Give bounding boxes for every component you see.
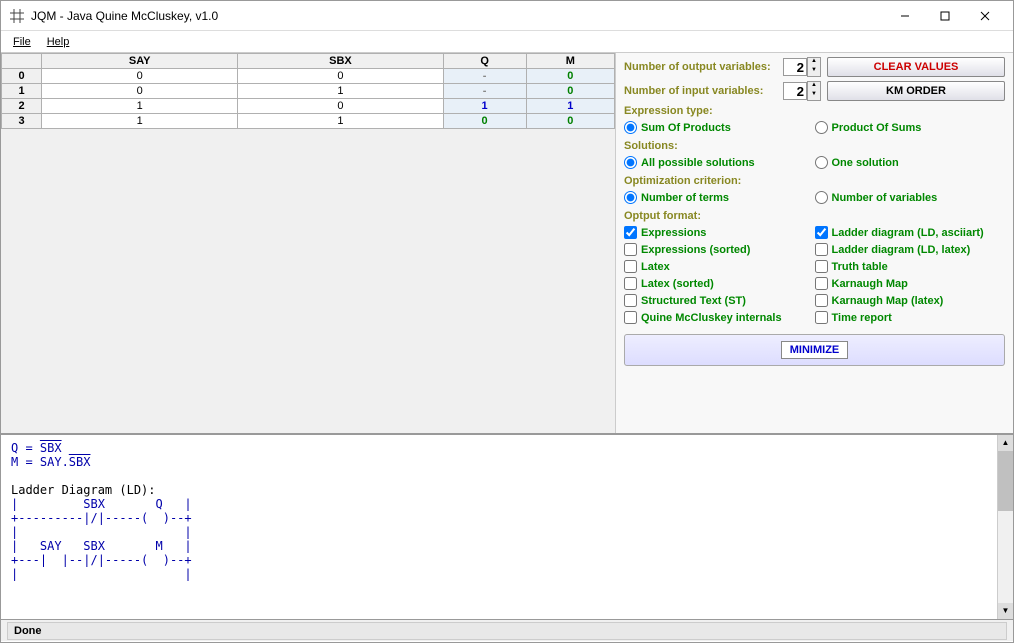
app-icon — [9, 8, 25, 24]
cell-output[interactable]: 1 — [526, 99, 614, 114]
scroll-down-icon[interactable]: ▼ — [998, 603, 1013, 619]
cell-input[interactable]: 1 — [42, 114, 238, 129]
scroll-up-icon[interactable]: ▲ — [998, 435, 1013, 451]
cell-input[interactable]: 1 — [238, 84, 443, 99]
radio-sop[interactable]: Sum Of Products — [624, 121, 815, 134]
check-truth-table[interactable]: Truth table — [815, 260, 1006, 273]
cell-output[interactable]: - — [443, 84, 526, 99]
row-index: 2 — [2, 99, 42, 114]
num-output-spinner[interactable]: ▲▼ — [783, 57, 821, 77]
cell-output[interactable]: 0 — [443, 114, 526, 129]
output-format-heading: Optput format: — [624, 210, 1005, 222]
check-structured-text[interactable]: Structured Text (ST) — [624, 294, 815, 307]
cell-input[interactable]: 0 — [42, 69, 238, 84]
col-header-m[interactable]: M — [526, 54, 614, 69]
num-input-input[interactable] — [783, 82, 807, 100]
optimization-heading: Optimization criterion: — [624, 175, 1005, 187]
check-expressions[interactable]: Expressions — [624, 226, 815, 239]
check-qm-internals[interactable]: Quine McCluskey internals — [624, 311, 815, 324]
menu-file[interactable]: File — [5, 34, 39, 50]
spinner-down-icon[interactable]: ▼ — [808, 91, 820, 100]
minimize-window-button[interactable] — [885, 2, 925, 30]
cell-input[interactable]: 1 — [42, 99, 238, 114]
scroll-thumb[interactable] — [998, 451, 1013, 511]
table-row[interactable]: 0 0 0 - 0 — [2, 69, 615, 84]
num-input-label: Number of input variables: — [624, 85, 783, 97]
check-time-report[interactable]: Time report — [815, 311, 1006, 324]
row-index: 1 — [2, 84, 42, 99]
num-input-spinner[interactable]: ▲▼ — [783, 81, 821, 101]
col-header-q[interactable]: Q — [443, 54, 526, 69]
row-index: 0 — [2, 69, 42, 84]
cell-output[interactable]: 1 — [443, 99, 526, 114]
radio-num-terms[interactable]: Number of terms — [624, 191, 815, 204]
status-text: Done — [7, 622, 1007, 640]
truth-table-area: SAY SBX Q M 0 0 0 - 0 1 0 1 - 0 2 1 — [1, 53, 615, 433]
num-output-input[interactable] — [783, 58, 807, 76]
menu-help[interactable]: Help — [39, 34, 78, 50]
clear-values-button[interactable]: CLEAR VALUES — [827, 57, 1005, 77]
check-ladder-ascii[interactable]: Ladder diagram (LD, asciiart) — [815, 226, 1006, 239]
solutions-heading: Solutions: — [624, 140, 1005, 152]
check-kmap-latex[interactable]: Karnaugh Map (latex) — [815, 294, 1006, 307]
radio-num-vars[interactable]: Number of variables — [815, 191, 1006, 204]
km-order-button[interactable]: KM ORDER — [827, 81, 1005, 101]
cell-input[interactable]: 0 — [238, 99, 443, 114]
radio-all-solutions[interactable]: All possible solutions — [624, 156, 815, 169]
check-latex-sorted[interactable]: Latex (sorted) — [624, 277, 815, 290]
truth-table[interactable]: SAY SBX Q M 0 0 0 - 0 1 0 1 - 0 2 1 — [1, 53, 615, 129]
window-title: JQM - Java Quine McCluskey, v1.0 — [31, 9, 885, 23]
check-latex[interactable]: Latex — [624, 260, 815, 273]
maximize-window-button[interactable] — [925, 2, 965, 30]
cell-output[interactable]: 0 — [526, 114, 614, 129]
output-scrollbar[interactable]: ▲ ▼ — [997, 435, 1013, 619]
check-expr-sorted[interactable]: Expressions (sorted) — [624, 243, 815, 256]
cell-output[interactable]: 0 — [526, 84, 614, 99]
row-index: 3 — [2, 114, 42, 129]
close-window-button[interactable] — [965, 2, 1005, 30]
options-panel: Number of output variables: ▲▼ CLEAR VAL… — [615, 53, 1013, 433]
cell-input[interactable]: 0 — [42, 84, 238, 99]
col-header-sbx[interactable]: SBX — [238, 54, 443, 69]
table-row[interactable]: 3 1 1 0 0 — [2, 114, 615, 129]
spinner-up-icon[interactable]: ▲ — [808, 82, 820, 91]
col-header-blank — [2, 54, 42, 69]
radio-one-solution[interactable]: One solution — [815, 156, 1006, 169]
expression-type-heading: Expression type: — [624, 105, 1005, 117]
num-output-label: Number of output variables: — [624, 61, 783, 73]
check-ladder-latex[interactable]: Ladder diagram (LD, latex) — [815, 243, 1006, 256]
radio-pos[interactable]: Product Of Sums — [815, 121, 1006, 134]
cell-input[interactable]: 1 — [238, 114, 443, 129]
check-kmap[interactable]: Karnaugh Map — [815, 277, 1006, 290]
table-row[interactable]: 1 0 1 - 0 — [2, 84, 615, 99]
col-header-say[interactable]: SAY — [42, 54, 238, 69]
spinner-up-icon[interactable]: ▲ — [808, 58, 820, 67]
cell-output[interactable]: - — [443, 69, 526, 84]
table-row[interactable]: 2 1 0 1 1 — [2, 99, 615, 114]
cell-output[interactable]: 0 — [526, 69, 614, 84]
output-textarea[interactable]: Q = SBX M = SAY.SBX Ladder Diagram (LD):… — [1, 435, 997, 619]
minimize-button[interactable]: MINIMIZE — [781, 341, 849, 359]
spinner-down-icon[interactable]: ▼ — [808, 67, 820, 76]
cell-input[interactable]: 0 — [238, 69, 443, 84]
